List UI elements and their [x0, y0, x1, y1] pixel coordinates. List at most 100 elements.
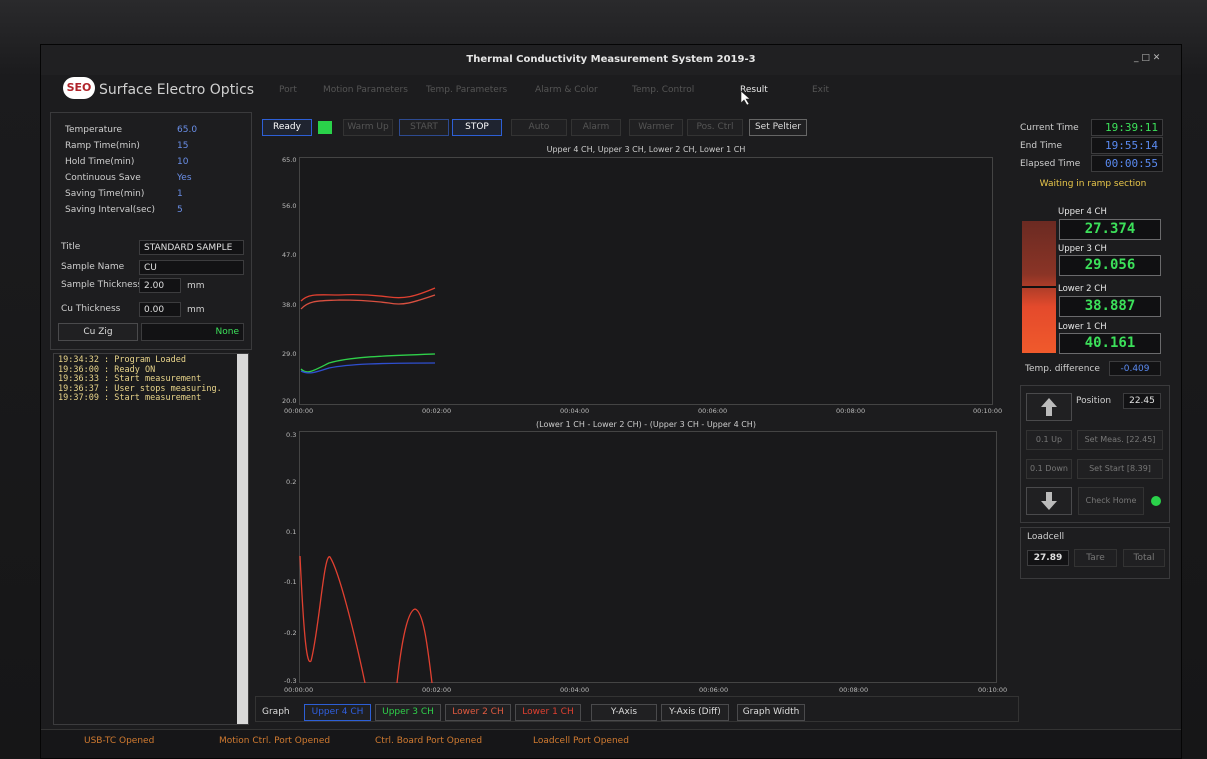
move-up-button[interactable] [1026, 393, 1072, 421]
mouse-cursor-icon [740, 90, 751, 106]
pos-ctrl-button[interactable]: Pos. Ctrl [687, 119, 743, 136]
top-x-tick: 00:00:00 [284, 407, 314, 415]
ready-button[interactable]: Ready [262, 119, 312, 136]
bottom-y-tick: 0.2 [286, 478, 297, 486]
temp-difference-label: Temp. difference [1025, 364, 1100, 374]
menu-port[interactable]: Port [279, 85, 297, 95]
step-up-button[interactable]: 0.1 Up [1026, 430, 1072, 450]
current-time-value: 19:39:11 [1091, 119, 1163, 136]
check-home-button[interactable]: Check Home [1078, 487, 1144, 515]
y-axis-diff-button[interactable]: Y-Axis (Diff) [661, 704, 729, 721]
ready-indicator [318, 121, 332, 134]
event-log: 19:34:32 : Program Loaded 19:36:00 : Rea… [53, 353, 249, 725]
cu-thickness-field[interactable]: 0.00 [139, 302, 181, 317]
lower2-toggle[interactable]: Lower 2 CH [445, 704, 511, 721]
log-line: 19:37:09 : Start measurement [58, 393, 202, 403]
seo-logo-icon: SEO [63, 77, 95, 99]
menu-motion-parameters[interactable]: Motion Parameters [323, 85, 408, 95]
step-down-button[interactable]: 0.1 Down [1026, 459, 1072, 479]
top-y-tick: 29.0 [282, 350, 297, 358]
position-value: 22.45 [1123, 393, 1161, 409]
lower2-trace [300, 294, 436, 310]
menu-alarm-color[interactable]: Alarm & Color [535, 85, 598, 95]
title-label: Title [61, 242, 81, 252]
status-loadcell-port: Loadcell Port Opened [533, 736, 629, 746]
move-down-button[interactable] [1026, 487, 1072, 515]
channel-value-lower1: 40.161 [1059, 333, 1161, 354]
down-arrow-icon [1041, 492, 1057, 510]
bottom-y-tick: -0.1 [284, 578, 297, 586]
channel-value-upper4: 27.374 [1059, 219, 1161, 240]
top-y-tick: 20.0 [282, 397, 297, 405]
cu-zig-status: None [141, 323, 244, 341]
param-label-ramp-time: Ramp Time(min) [65, 141, 140, 151]
total-button[interactable]: Total [1123, 549, 1165, 567]
loadcell-value: 27.89 [1027, 550, 1069, 566]
top-y-tick: 47.0 [282, 251, 297, 259]
top-y-tick: 56.0 [282, 202, 297, 210]
position-label: Position [1076, 396, 1112, 406]
y-axis-button[interactable]: Y-Axis [591, 704, 657, 721]
param-value-saving-interval: 5 [177, 205, 183, 215]
bottom-y-tick: 0.1 [286, 528, 297, 536]
cu-thickness-label: Cu Thickness [61, 304, 121, 314]
gauge-divider [1022, 286, 1056, 288]
lower1-trace [300, 287, 436, 302]
upper4-toggle[interactable]: Upper 4 CH [304, 704, 371, 721]
warm-up-button[interactable]: Warm Up [343, 119, 393, 136]
log-scrollbar[interactable] [237, 354, 248, 724]
menu-exit[interactable]: Exit [812, 85, 829, 95]
bottom-graph-title: (Lower 1 CH - Lower 2 CH) - (Upper 3 CH … [536, 420, 756, 429]
temp-difference-value: -0.409 [1109, 361, 1161, 376]
bottom-x-tick: 00:02:00 [422, 686, 452, 694]
param-value-hold-time: 10 [177, 157, 189, 167]
set-start-button[interactable]: Set Start [8.39] [1077, 459, 1163, 479]
top-x-tick: 00:10:00 [973, 407, 1003, 415]
bottom-x-tick: 00:10:00 [978, 686, 1008, 694]
param-label-continuous-save: Continuous Save [65, 173, 141, 183]
graph-width-button[interactable]: Graph Width [737, 704, 805, 721]
end-time-value: 19:55:14 [1091, 137, 1163, 154]
stop-button[interactable]: STOP [452, 119, 502, 136]
upper4-trace [300, 362, 436, 374]
start-button[interactable]: START [399, 119, 449, 136]
bottom-x-tick: 00:00:00 [284, 686, 314, 694]
bottom-x-tick: 00:06:00 [699, 686, 729, 694]
upper3-toggle[interactable]: Upper 3 CH [375, 704, 441, 721]
status-usb-tc: USB-TC Opened [84, 736, 155, 746]
bottom-graph-traces [299, 555, 433, 683]
alarm-button[interactable]: Alarm [571, 119, 621, 136]
menu-temp-parameters[interactable]: Temp. Parameters [426, 85, 507, 95]
window-controls[interactable]: _ □ ✕ [1134, 53, 1160, 63]
channel-label-upper4: Upper 4 CH [1058, 207, 1107, 217]
sample-thickness-field[interactable]: 2.00 [139, 278, 181, 293]
menu-temp-control[interactable]: Temp. Control [632, 85, 694, 95]
channel-value-lower2: 38.887 [1059, 296, 1161, 317]
top-y-tick: 38.0 [282, 301, 297, 309]
top-graph-title: Upper 4 CH, Upper 3 CH, Lower 2 CH, Lowe… [546, 145, 746, 154]
warmer-button[interactable]: Warmer [629, 119, 683, 136]
bottom-y-tick: -0.2 [284, 629, 297, 637]
param-value-saving-time: 1 [177, 189, 183, 199]
sample-name-field[interactable]: CU [139, 260, 244, 275]
channel-label-lower2: Lower 2 CH [1058, 284, 1107, 294]
title-field[interactable]: STANDARD SAMPLE [139, 240, 244, 255]
home-indicator [1151, 496, 1161, 506]
lower1-toggle[interactable]: Lower 1 CH [515, 704, 581, 721]
sample-thickness-unit: mm [187, 281, 205, 291]
param-label-saving-time: Saving Time(min) [65, 189, 145, 199]
loadcell-label: Loadcell [1027, 532, 1065, 542]
top-x-tick: 00:04:00 [560, 407, 590, 415]
channel-label-lower1: Lower 1 CH [1058, 322, 1107, 332]
set-peltier-button[interactable]: Set Peltier [749, 119, 807, 136]
diff-trace [299, 555, 433, 683]
app-window: Thermal Conductivity Measurement System … [40, 44, 1182, 759]
current-time-label: Current Time [1020, 123, 1079, 133]
cu-zig-button[interactable]: Cu Zig [58, 323, 138, 341]
tare-button[interactable]: Tare [1074, 549, 1117, 567]
run-status: Waiting in ramp section [1039, 179, 1147, 189]
set-meas-button[interactable]: Set Meas. [22.45] [1077, 430, 1163, 450]
cu-thickness-unit: mm [187, 305, 205, 315]
sample-thickness-label: Sample Thickness [61, 280, 143, 290]
auto-button[interactable]: Auto [511, 119, 567, 136]
